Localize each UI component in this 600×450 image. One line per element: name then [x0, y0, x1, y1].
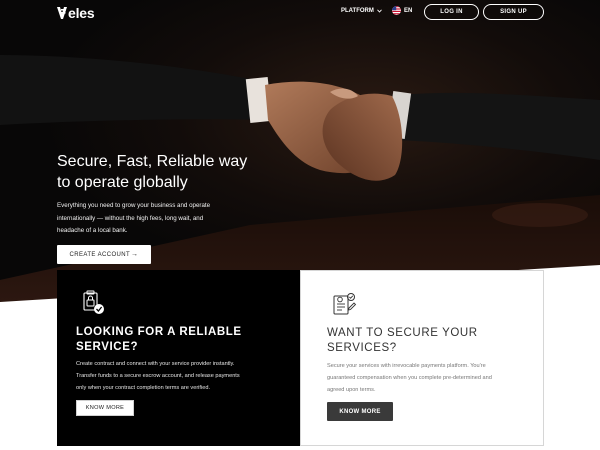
card-text-line: guaranteed compensation when you complet…: [327, 375, 492, 381]
language-selector[interactable]: EN: [392, 6, 412, 15]
platform-label: PLATFORM: [341, 8, 374, 14]
card-title: LOOKING FOR A RELIABLE SERVICE?: [76, 325, 242, 354]
platform-menu[interactable]: PLATFORM: [341, 8, 382, 14]
contract-checklist-icon: [333, 293, 357, 315]
hero-section: eles PLATFORM EN LOG IN SIGN UP Secure, …: [0, 0, 600, 302]
arrow-right-icon: →: [131, 251, 139, 258]
card-text-line: agreed upon terms.: [327, 387, 376, 393]
subtext-line: Everything you need to grow your busines…: [57, 202, 211, 209]
reliable-service-card: LOOKING FOR A RELIABLE SERVICE? Create c…: [57, 270, 300, 446]
know-more-button[interactable]: KNOW MORE: [327, 402, 393, 421]
card-title-line: WANT TO SECURE YOUR: [327, 327, 478, 339]
logo-text: eles: [68, 5, 95, 21]
login-button[interactable]: LOG IN: [424, 4, 479, 20]
card-text-line: Secure your services with irrevocable pa…: [327, 363, 486, 369]
headline-line: to operate globally: [57, 174, 188, 191]
subtext-line: headache of a local bank.: [57, 227, 128, 234]
card-description: Create contract and connect with your se…: [76, 358, 240, 394]
card-description: Secure your services with irrevocable pa…: [327, 360, 492, 396]
create-account-label: CREATE ACCOUNT: [69, 251, 131, 258]
headline-line: Secure, Fast, Reliable way: [57, 153, 248, 170]
card-text-line: only when your contract completion terms…: [76, 385, 210, 391]
logo-v-icon: [57, 7, 67, 19]
hero-subtext: Everything you need to grow your busines…: [57, 200, 257, 238]
card-title: WANT TO SECURE YOUR SERVICES?: [327, 326, 478, 355]
logo[interactable]: eles: [57, 4, 95, 22]
know-more-button[interactable]: KNOW MORE: [76, 400, 134, 416]
card-text-line: Transfer funds to a secure escrow accoun…: [76, 373, 240, 379]
create-account-button[interactable]: CREATE ACCOUNT →: [57, 245, 151, 264]
language-label: EN: [404, 7, 413, 14]
card-title-line: SERVICES?: [327, 341, 397, 354]
secure-services-card: WANT TO SECURE YOUR SERVICES? Secure you…: [300, 270, 544, 446]
us-flag-icon: [392, 6, 401, 15]
card-title-line: LOOKING FOR A RELIABLE: [76, 326, 242, 338]
card-text-line: Create contract and connect with your se…: [76, 361, 235, 367]
card-title-line: SERVICE?: [76, 340, 139, 353]
chevron-down-icon: [377, 9, 382, 13]
secure-document-icon: [83, 290, 104, 314]
top-nav: eles PLATFORM EN LOG IN SIGN UP: [0, 0, 600, 26]
signup-button[interactable]: SIGN UP: [483, 4, 544, 20]
hero-headline: Secure, Fast, Reliable way to operate gl…: [57, 151, 297, 193]
subtext-line: internationally — without the high fees,…: [57, 214, 204, 222]
